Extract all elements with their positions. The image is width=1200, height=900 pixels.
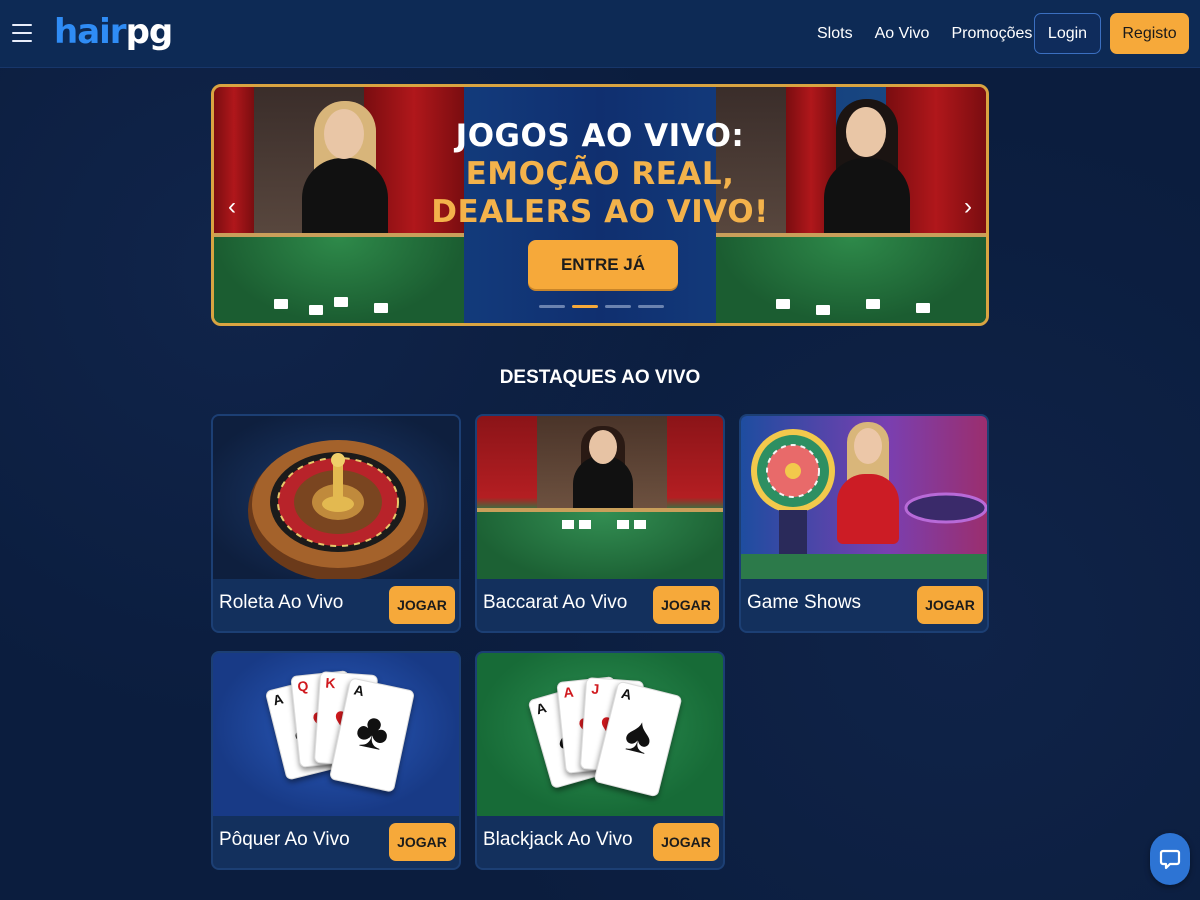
carousel-dot[interactable] <box>539 305 565 308</box>
play-button[interactable]: JOGAR <box>389 586 455 624</box>
carousel-dot-active[interactable] <box>572 305 598 308</box>
carousel-dot[interactable] <box>638 305 664 308</box>
game-shows-thumbnail[interactable] <box>741 416 987 579</box>
register-button[interactable]: Registo <box>1110 13 1189 54</box>
play-button[interactable]: JOGAR <box>917 586 983 624</box>
chevron-left-icon[interactable]: ‹ <box>220 191 244 223</box>
carousel-indicators <box>539 305 664 308</box>
site-logo[interactable]: hairpg <box>54 12 174 52</box>
banner-headline-line1: JOGOS AO VIVO: <box>455 118 745 154</box>
enter-now-button[interactable]: ENTRE JÁ <box>528 240 678 289</box>
top-header: hairpg Slots Ao Vivo Promoções Login Reg… <box>0 0 1200 68</box>
game-card-baccarat[interactable]: Baccarat Ao Vivo JOGAR <box>475 414 725 633</box>
logo-text-hair: hair <box>54 12 127 52</box>
play-button[interactable]: JOGAR <box>653 823 719 861</box>
login-button[interactable]: Login <box>1034 13 1101 54</box>
poker-thumbnail[interactable]: A ♠ Q ♥ K ♥ A ♣ <box>213 653 459 816</box>
chat-bubble-icon <box>1159 849 1181 870</box>
play-button[interactable]: JOGAR <box>389 823 455 861</box>
roulette-thumbnail[interactable] <box>213 416 459 579</box>
game-name: Game Shows <box>747 592 862 613</box>
main-nav: Slots Ao Vivo Promoções <box>817 0 1054 68</box>
hamburger-icon[interactable] <box>12 22 32 44</box>
game-name: Roleta Ao Vivo <box>219 592 344 613</box>
chat-button[interactable] <box>1150 833 1190 885</box>
chevron-right-icon[interactable]: › <box>956 191 980 223</box>
baccarat-thumbnail[interactable] <box>477 416 723 579</box>
banner-headline: JOGOS AO VIVO: EMOÇÃO REAL, DEALERS AO V… <box>214 117 986 231</box>
game-card-game-shows[interactable]: Game Shows JOGAR <box>739 414 989 633</box>
carousel-dot[interactable] <box>605 305 631 308</box>
logo-text-pg: pg <box>125 12 174 52</box>
nav-link-promocoes[interactable]: Promoções <box>951 25 1032 43</box>
hero-banner[interactable]: JOGOS AO VIVO: EMOÇÃO REAL, DEALERS AO V… <box>211 84 989 326</box>
nav-link-ao-vivo[interactable]: Ao Vivo <box>875 25 930 43</box>
game-name: Blackjack Ao Vivo <box>483 829 633 850</box>
game-name: Pôquer Ao Vivo <box>219 829 350 850</box>
roulette-wheel-icon <box>248 440 428 579</box>
game-card-poquer[interactable]: A ♠ Q ♥ K ♥ A ♣ Pôquer Ao Vivo JOGAR <box>211 651 461 870</box>
game-card-roleta[interactable]: Roleta Ao Vivo JOGAR <box>211 414 461 633</box>
banner-headline-line2: EMOÇÃO REAL, <box>465 156 735 192</box>
nav-link-slots[interactable]: Slots <box>817 25 853 43</box>
blackjack-thumbnail[interactable]: A ♠ A ♥ J ♥ A ♠ <box>477 653 723 816</box>
game-name: Baccarat Ao Vivo <box>483 592 628 613</box>
game-card-blackjack[interactable]: A ♠ A ♥ J ♥ A ♠ Blackjack Ao Vivo JOGAR <box>475 651 725 870</box>
section-title: DESTAQUES AO VIVO <box>499 367 701 388</box>
play-button[interactable]: JOGAR <box>653 586 719 624</box>
banner-headline-line3: DEALERS AO VIVO! <box>431 194 769 230</box>
